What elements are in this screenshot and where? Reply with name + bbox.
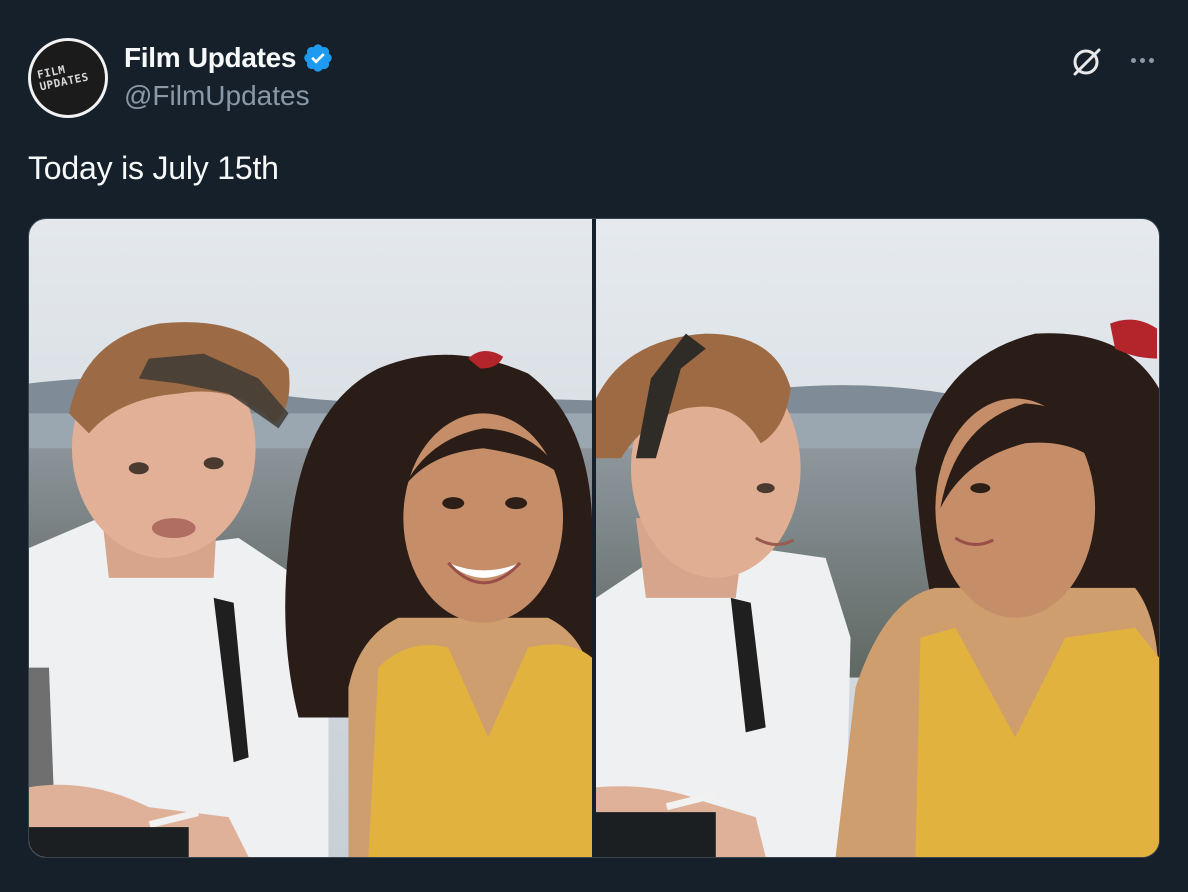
grok-slash-icon[interactable] xyxy=(1066,42,1106,82)
tweet-text: Today is July 15th xyxy=(28,150,279,186)
author-display-name[interactable]: Film Updates xyxy=(124,42,297,74)
media-grid xyxy=(28,218,1160,858)
verified-badge-icon[interactable] xyxy=(302,42,334,74)
author-avatar[interactable]: FILM UPDATES xyxy=(28,38,108,118)
author-name-row: Film Updates xyxy=(124,40,334,76)
photo-1[interactable] xyxy=(29,219,592,857)
author-handle[interactable]: @FilmUpdates xyxy=(124,80,310,112)
photo-2[interactable] xyxy=(596,219,1159,857)
more-horizontal-icon[interactable] xyxy=(1124,48,1160,72)
tweet-card: FILM UPDATES Film Updates @FilmUpdates To… xyxy=(0,0,1188,892)
avatar-logo-text: FILM UPDATES xyxy=(35,63,90,94)
film-updates-logo: FILM UPDATES xyxy=(31,41,105,115)
